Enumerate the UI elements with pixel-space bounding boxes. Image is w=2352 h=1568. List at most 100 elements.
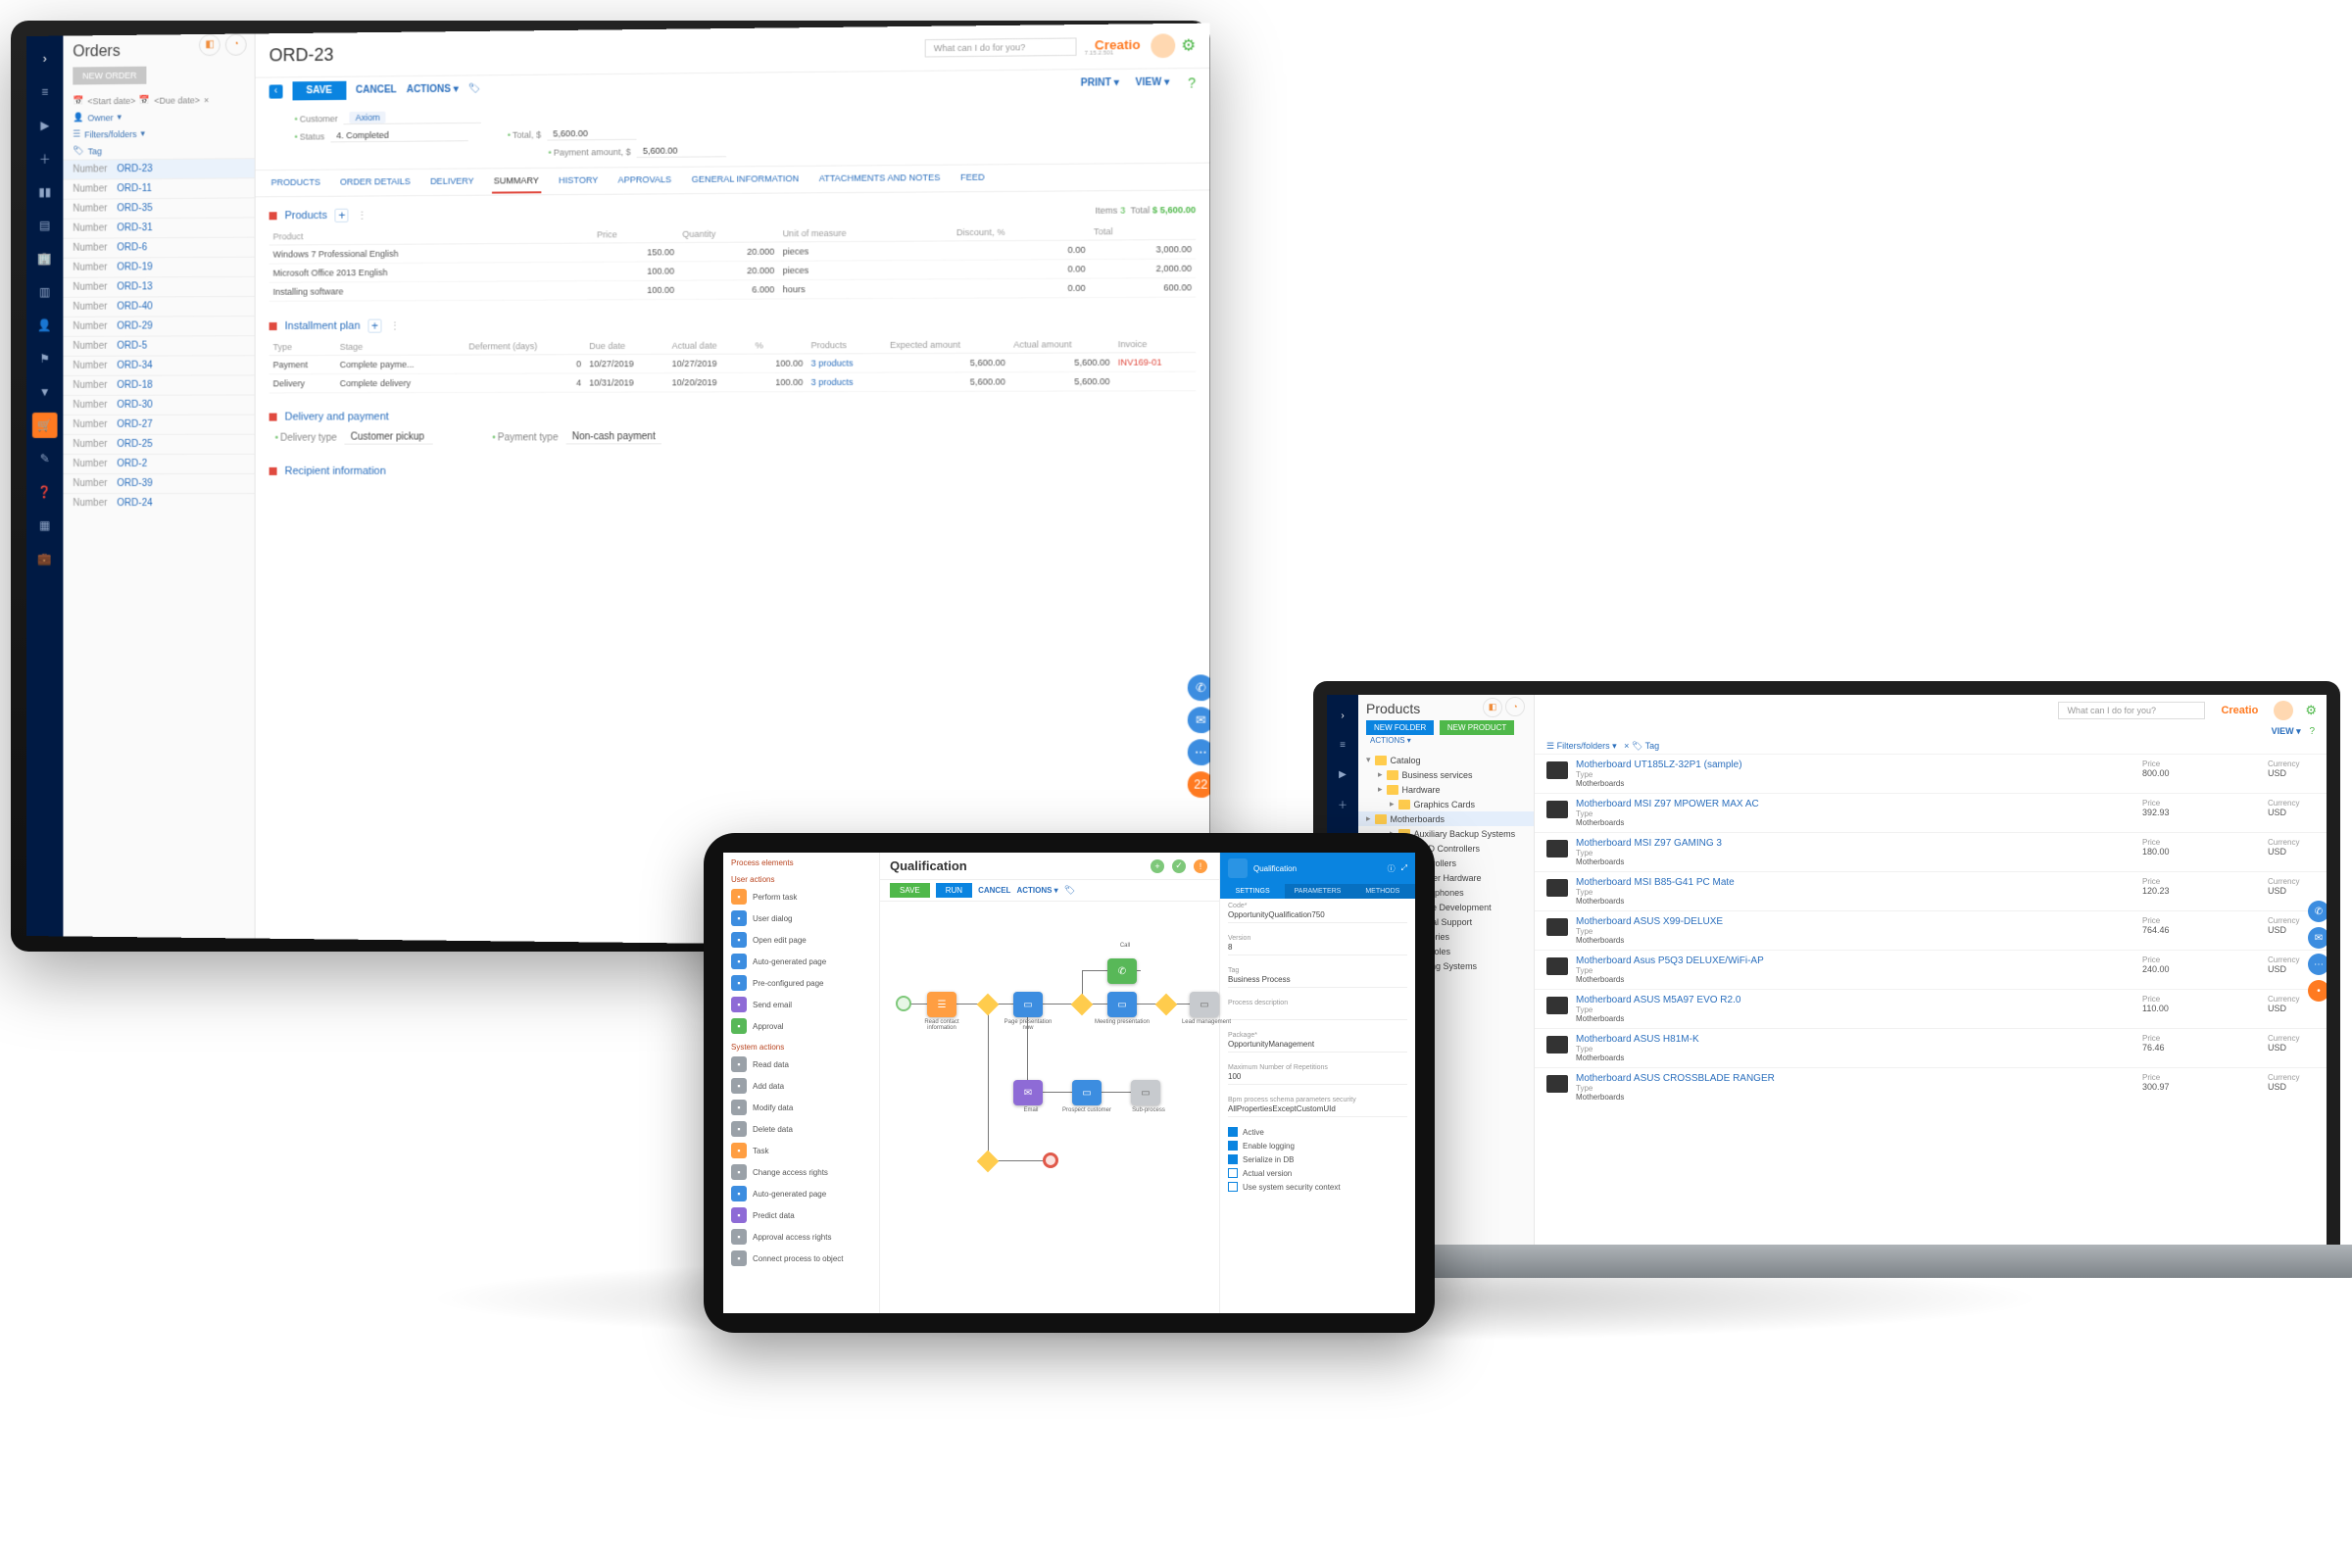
call-node[interactable]: ✆ <box>1107 958 1137 984</box>
order-row[interactable]: NumberORD-35 <box>63 197 254 218</box>
tab-parameters[interactable]: PARAMETERS <box>1285 884 1349 899</box>
tab-methods[interactable]: METHODS <box>1350 884 1415 899</box>
checkbox[interactable]: Serialize in DB <box>1220 1152 1415 1166</box>
tree-node[interactable]: ▾Catalog <box>1366 753 1534 767</box>
palette-item[interactable]: ▪Pre-configured page <box>723 972 879 994</box>
order-row[interactable]: NumberORD-23 <box>63 158 254 179</box>
product-row[interactable]: Motherboard MSI Z97 MPOWER MAX AC Type M… <box>1535 793 2327 832</box>
lap-filters[interactable]: ☰ Filters/folders ▾ × 🏷 Tag <box>1535 739 2327 754</box>
palette-item[interactable]: ▪Approval access rights <box>723 1226 879 1248</box>
help-icon[interactable]: ? <box>1188 74 1196 91</box>
help-icon[interactable]: ? <box>2309 726 2315 737</box>
info-icon[interactable]: ⓘ <box>1388 863 1396 874</box>
palette-item[interactable]: ▪Delete data <box>723 1118 879 1140</box>
cancel-button[interactable]: CANCEL <box>356 84 397 95</box>
product-row[interactable]: Motherboard MSI Z97 GAMING 3 Type Mother… <box>1535 832 2327 871</box>
checkbox[interactable]: Actual version <box>1220 1166 1415 1180</box>
order-row[interactable]: NumberORD-30 <box>63 394 254 414</box>
flag-icon[interactable]: ⚑ <box>32 346 58 371</box>
save-button[interactable]: SAVE <box>293 81 346 101</box>
plus-icon[interactable]: ＋ <box>32 146 58 172</box>
product-row[interactable]: Installing software100.006.000hours0.006… <box>270 278 1197 302</box>
case-icon[interactable]: 💼 <box>32 546 58 571</box>
order-row[interactable]: NumberORD-24 <box>63 493 254 513</box>
plus-icon[interactable]: ＋ <box>1332 793 1353 814</box>
tab-feed[interactable]: FEED <box>958 166 987 190</box>
order-row[interactable]: NumberORD-39 <box>63 473 254 493</box>
palette-item[interactable]: ▪Change access rights <box>723 1161 879 1183</box>
tab-summary[interactable]: SUMMARY <box>492 170 541 194</box>
tag-icon[interactable]: 🏷 <box>468 83 481 94</box>
tag-filter[interactable]: 🏷 Tag <box>63 141 254 160</box>
add-product-icon[interactable]: + <box>335 209 349 222</box>
order-row[interactable]: NumberORD-18 <box>63 374 254 395</box>
view-dropdown[interactable]: VIEW ▾ <box>2272 726 2301 736</box>
tree-node[interactable]: ▸Business services <box>1366 767 1534 782</box>
new-order-button[interactable]: NEW ORDER <box>73 67 146 85</box>
new-product-button[interactable]: NEW PRODUCT <box>1440 720 1514 735</box>
palette-item[interactable]: ▪User dialog <box>723 907 879 929</box>
product-row[interactable]: Motherboard Asus P5Q3 DELUXE/WiFi-AP Typ… <box>1535 950 2327 989</box>
actions-dropdown[interactable]: ACTIONS ▾ <box>1370 736 1411 745</box>
menu-icon[interactable]: ≡ <box>1332 734 1353 756</box>
gateway[interactable] <box>1155 994 1178 1016</box>
product-row[interactable]: Motherboard ASUS H81M-K Type Motherboard… <box>1535 1028 2327 1067</box>
add-icon[interactable]: + <box>1151 859 1164 873</box>
note-icon[interactable]: ✎ <box>32 446 58 471</box>
order-row[interactable]: NumberORD-29 <box>63 316 254 336</box>
order-row[interactable]: NumberORD-13 <box>63 276 254 297</box>
date-filter[interactable]: 📅 <Start date> 📅 <Due date> × <box>63 91 254 110</box>
order-row[interactable]: NumberORD-34 <box>63 355 254 375</box>
installment-menu-icon[interactable]: ⋮ <box>390 319 403 332</box>
sheet-icon[interactable]: ▦ <box>32 513 58 538</box>
order-row[interactable]: NumberORD-5 <box>63 335 254 356</box>
palette-item[interactable]: ▪Auto-generated page <box>723 951 879 972</box>
checkbox[interactable]: Enable logging <box>1220 1139 1415 1152</box>
avatar[interactable] <box>2274 701 2293 720</box>
task-node[interactable]: ☰ <box>927 992 956 1017</box>
notification-icon[interactable]: • <box>2308 980 2327 1002</box>
tree-node[interactable]: ▸Hardware <box>1366 782 1534 797</box>
cart-icon[interactable]: 🛒 <box>32 413 58 438</box>
palette-item[interactable]: ▪Approval <box>723 1015 879 1037</box>
product-row[interactable]: Motherboard MSI B85-G41 PC Mate Type Mot… <box>1535 871 2327 910</box>
palette-item[interactable]: ▪Perform task <box>723 886 879 907</box>
page-node[interactable]: ▭ <box>1013 992 1043 1017</box>
collapse-icon[interactable]: › <box>32 46 58 72</box>
order-row[interactable]: NumberORD-2 <box>63 454 254 473</box>
global-search[interactable]: What can I do for you? <box>925 37 1077 57</box>
play-icon[interactable]: ▶ <box>32 113 58 138</box>
tab-order-details[interactable]: ORDER DETAILS <box>338 171 413 195</box>
meeting-node[interactable]: ▭ <box>1107 992 1137 1017</box>
tab-attachments-and-notes[interactable]: ATTACHMENTS AND NOTES <box>817 167 943 191</box>
user-icon[interactable]: 👤 <box>32 313 58 338</box>
order-row[interactable]: NumberORD-25 <box>63 434 254 454</box>
folders-filter[interactable]: ☰ Filters/folders ▾ <box>63 124 254 143</box>
palette-item[interactable]: ▪Send email <box>723 994 879 1015</box>
product-row[interactable]: Motherboard ASUS CROSSBLADE RANGER Type … <box>1535 1067 2327 1106</box>
avatar[interactable] <box>1151 33 1175 58</box>
prospect-node[interactable]: ▭ <box>1072 1080 1102 1105</box>
lead-node[interactable]: ▭ <box>1190 992 1219 1017</box>
installment-section[interactable]: Installment plan <box>285 320 361 332</box>
tab-approvals[interactable]: APPROVALS <box>616 169 674 193</box>
chart-icon[interactable]: ▮▮ <box>32 179 58 205</box>
owner-filter[interactable]: 👤 Owner ▾ <box>63 108 254 126</box>
new-folder-button[interactable]: NEW FOLDER <box>1366 720 1434 735</box>
checkbox[interactable]: Active <box>1220 1125 1415 1139</box>
palette-item[interactable]: ▪Open edit page <box>723 929 879 951</box>
feed-icon[interactable]: ⋯ <box>1188 739 1210 765</box>
play-icon[interactable]: ▶ <box>1332 763 1353 785</box>
order-row[interactable]: NumberORD-31 <box>63 217 254 237</box>
tab-products[interactable]: PRODUCTS <box>270 172 322 196</box>
ok-icon[interactable]: ✓ <box>1172 859 1186 873</box>
tab-settings[interactable]: SETTINGS <box>1220 884 1285 899</box>
palette-item[interactable]: ▪Read data <box>723 1054 879 1075</box>
gear-icon[interactable]: ⚙ <box>2305 703 2317 718</box>
palette-item[interactable]: ▪Auto-generated page <box>723 1183 879 1204</box>
palette-item[interactable]: ▪Add data <box>723 1075 879 1097</box>
order-row[interactable]: NumberORD-6 <box>63 237 254 258</box>
global-search[interactable]: What can I do for you? <box>2058 702 2205 719</box>
phone-icon[interactable]: ✆ <box>2308 901 2327 922</box>
feed-icon[interactable]: ⋯ <box>2308 954 2327 975</box>
